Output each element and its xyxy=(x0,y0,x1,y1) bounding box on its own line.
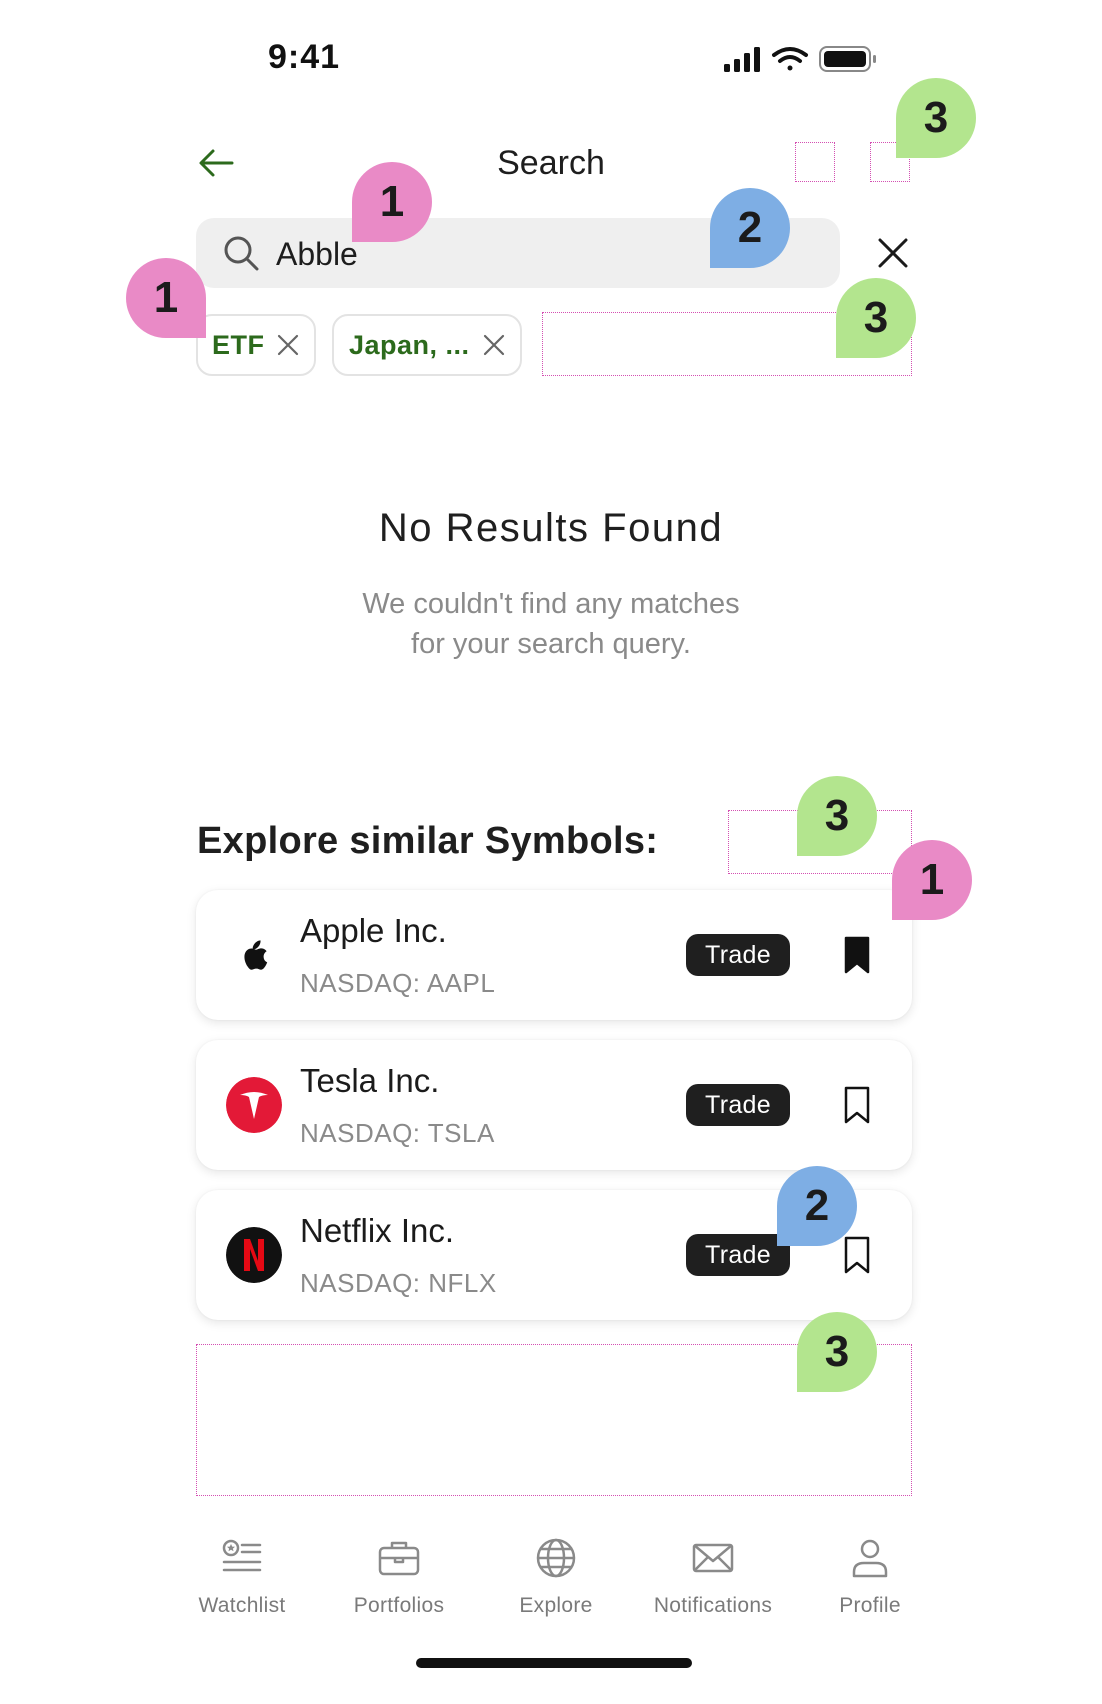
symbol-card-tsla[interactable]: Tesla Inc. NASDAQ: TSLA Trade xyxy=(196,1040,912,1170)
empty-state-line-1: We couldn't find any matches xyxy=(362,588,740,620)
symbol-ticker: NASDAQ: NFLX xyxy=(300,1268,497,1298)
bookmark-icon[interactable] xyxy=(844,1086,870,1124)
empty-state-title: No Results Found xyxy=(378,506,724,550)
symbol-name: Tesla Inc. xyxy=(300,1062,440,1099)
wifi-icon xyxy=(772,47,808,71)
tab-portfolios[interactable]: Portfolios xyxy=(324,1536,474,1618)
symbol-name: Netflix Inc. xyxy=(300,1212,455,1249)
remove-filter-icon[interactable] xyxy=(482,333,506,357)
signal-icon xyxy=(724,47,760,72)
annotation-marker-3: 3 xyxy=(797,1312,877,1392)
briefcase-icon xyxy=(378,1541,420,1576)
tesla-logo-icon xyxy=(226,1077,282,1133)
tab-label: Watchlist xyxy=(198,1594,286,1617)
tab-label: Profile xyxy=(839,1594,901,1617)
annotation-marker-1: 1 xyxy=(352,162,432,242)
annotation-marker-2: 2 xyxy=(710,188,790,268)
globe-icon xyxy=(536,1538,576,1578)
bookmark-icon[interactable] xyxy=(844,1236,870,1274)
mail-icon xyxy=(692,1543,734,1573)
section-title: Explore similar Symbols: xyxy=(197,820,659,862)
annotation-marker-2: 2 xyxy=(777,1166,857,1246)
empty-state-description: We couldn't find any matches for your se… xyxy=(0,584,1102,664)
tab-label: Explore xyxy=(519,1594,593,1617)
annotation-marker-3: 3 xyxy=(896,78,976,158)
annotation-marker-1: 1 xyxy=(126,258,206,338)
remove-filter-icon[interactable] xyxy=(276,333,300,357)
person-icon xyxy=(852,1539,888,1578)
apple-logo-icon xyxy=(244,940,268,970)
search-input[interactable]: Abble xyxy=(276,236,358,273)
symbol-card-aapl[interactable]: Apple Inc. NASDAQ: AAPL Trade xyxy=(196,890,912,1020)
filter-chip-label: Japan, ... xyxy=(349,330,470,360)
status-time: 9:41 xyxy=(268,38,341,76)
tab-watchlist[interactable]: Watchlist xyxy=(167,1536,317,1618)
annotation-marker-3: 3 xyxy=(836,278,916,358)
trade-button[interactable]: Trade xyxy=(686,1234,790,1276)
status-icons xyxy=(724,46,876,72)
trade-button[interactable]: Trade xyxy=(686,1084,790,1126)
trade-button[interactable]: Trade xyxy=(686,934,790,976)
tab-profile[interactable]: Profile xyxy=(795,1536,945,1618)
search-icon xyxy=(224,236,259,271)
annotation-marker-1: 1 xyxy=(892,840,972,920)
header-action-slot-1[interactable] xyxy=(795,142,835,182)
tab-label: Notifications xyxy=(653,1594,773,1617)
watchlist-icon xyxy=(222,1539,262,1572)
symbol-ticker: NASDAQ: TSLA xyxy=(300,1118,495,1148)
symbol-ticker: NASDAQ: AAPL xyxy=(300,968,496,998)
symbol-name: Apple Inc. xyxy=(300,912,447,949)
tab-notifications[interactable]: Notifications xyxy=(638,1536,788,1618)
battery-icon xyxy=(819,46,876,72)
tab-label: Portfolios xyxy=(353,1594,445,1617)
close-icon[interactable] xyxy=(876,236,910,270)
filter-chip-label: ETF xyxy=(212,330,265,360)
annotation-marker-3: 3 xyxy=(797,776,877,856)
bookmark-filled-icon[interactable] xyxy=(844,936,870,974)
home-indicator[interactable] xyxy=(416,1658,692,1668)
tab-explore[interactable]: Explore xyxy=(481,1536,631,1618)
empty-state-line-2: for your search query. xyxy=(411,628,691,660)
netflix-logo-icon xyxy=(226,1227,282,1283)
